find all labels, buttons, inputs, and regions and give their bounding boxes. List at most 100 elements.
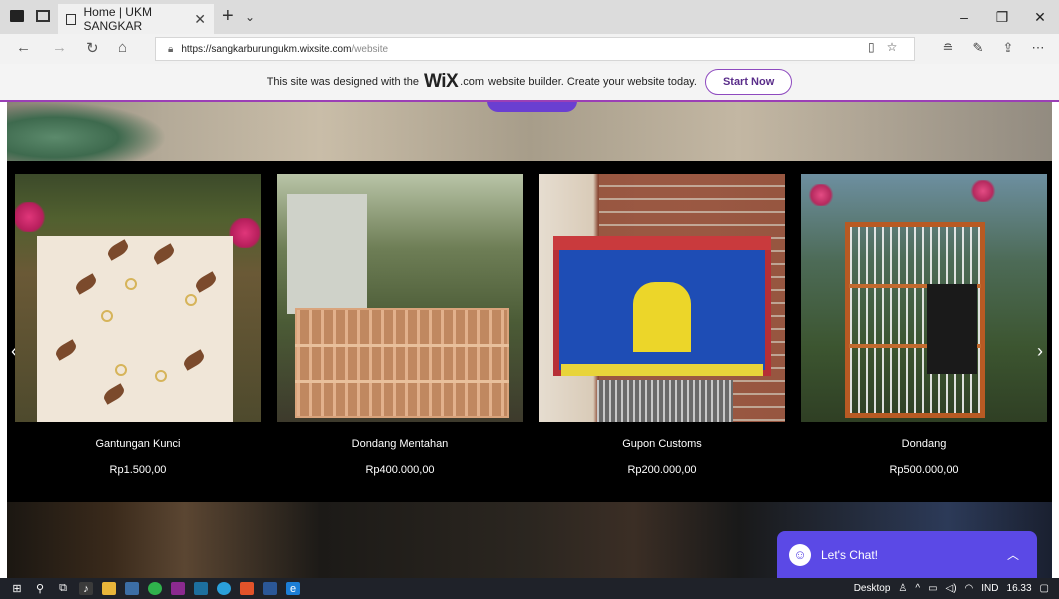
start-now-button[interactable]: Start Now <box>704 69 793 95</box>
whatsapp-icon[interactable] <box>148 582 162 595</box>
cage-divider <box>295 380 509 383</box>
home-icon[interactable]: ⌂ <box>118 39 127 56</box>
notifications-icon[interactable]: ▢ <box>1040 583 1049 594</box>
product-image-keychain[interactable] <box>15 174 261 422</box>
gupon-door <box>633 282 691 352</box>
wifi-icon[interactable]: ◠ <box>965 583 974 594</box>
keychain-board <box>37 236 233 422</box>
keyring <box>115 364 127 376</box>
back-icon[interactable]: ← <box>16 39 31 56</box>
dondang-panel <box>927 284 977 374</box>
language-indicator[interactable]: IND <box>981 583 998 594</box>
product-gallery: ‹ Gantungan Kunci Rp1.500,00 Dondang Men… <box>7 161 1052 502</box>
flower-decoration <box>15 202 47 232</box>
hero-leaves <box>7 102 167 161</box>
tab-title: Home | UKM SANGKAR <box>83 5 152 33</box>
app-icon[interactable]: ♪ <box>79 582 93 595</box>
word-icon[interactable] <box>263 582 277 595</box>
product-image-gupon[interactable] <box>539 174 785 422</box>
product-price: Rp400.000,00 <box>365 464 435 476</box>
page-icon <box>66 13 77 25</box>
show-tabs-icon[interactable] <box>36 10 50 22</box>
flower-decoration <box>969 180 997 202</box>
browser-nav-bar: ← → ↻ ⌂ 🔒︎ https://sangkarburungukm.wixs… <box>0 34 1059 64</box>
battery-icon[interactable]: ▭ <box>928 583 937 594</box>
window-controls: – ❐ ✕ <box>945 0 1059 34</box>
product-price: Rp200.000,00 <box>627 464 697 476</box>
volume-icon[interactable]: ◁) <box>946 583 957 594</box>
forward-icon[interactable]: → <box>52 39 67 56</box>
product-title[interactable]: Gantungan Kunci <box>15 438 261 450</box>
keyring <box>101 310 113 322</box>
office-icon[interactable] <box>240 582 254 595</box>
chat-widget[interactable]: ☺ Let's Chat! ︿ <box>777 531 1037 578</box>
gupon-base <box>561 364 763 376</box>
windows-taskbar: ⊞ ⚲ ⧉ ♪ e Desktop ♙ ^ ▭ ◁) ◠ IND 16.33 ▢ <box>0 578 1059 599</box>
restore-button[interactable]: ❐ <box>983 0 1021 34</box>
page-content: ‹ Gantungan Kunci Rp1.500,00 Dondang Men… <box>7 102 1052 578</box>
address-bar[interactable]: 🔒︎ https://sangkarburungukm.wixsite.com /… <box>155 37 915 61</box>
product-card[interactable]: Gupon Customs Rp200.000,00 <box>539 174 785 476</box>
app-icon[interactable] <box>125 582 139 595</box>
close-window-button[interactable]: ✕ <box>1021 0 1059 34</box>
share-icon[interactable]: ⇪ <box>995 40 1021 56</box>
keyring <box>185 294 197 306</box>
smiley-icon: ☺ <box>789 543 811 566</box>
search-icon[interactable]: ⚲ <box>33 582 47 595</box>
task-view-icon[interactable]: ⧉ <box>56 582 70 595</box>
desktop-toolbar[interactable]: Desktop <box>854 583 891 594</box>
browser-tab[interactable]: Home | UKM SANGKAR ✕ <box>58 4 214 34</box>
product-card[interactable]: Dondang Rp500.000,00 <box>801 174 1047 476</box>
gallery-next-icon[interactable]: › <box>1037 341 1043 362</box>
chat-label: Let's Chat! <box>821 547 878 562</box>
wix-logo-suffix: .com <box>460 76 485 88</box>
file-explorer-icon[interactable] <box>102 582 116 595</box>
minimize-button[interactable]: – <box>945 0 983 34</box>
taskbar-apps: ⊞ ⚲ ⧉ ♪ e <box>0 582 300 595</box>
product-title[interactable]: Gupon Customs <box>539 438 785 450</box>
browser-toolbar-right: ≘ ✎ ⇪ ⋯ <box>935 40 1051 56</box>
product-price: Rp500.000,00 <box>889 464 959 476</box>
tab-actions <box>10 10 50 22</box>
refresh-icon[interactable]: ↻ <box>86 39 99 57</box>
cage-stack <box>295 308 509 418</box>
photoshop-icon[interactable] <box>194 582 208 595</box>
reading-view-icon[interactable]: ▯ <box>868 40 875 54</box>
set-aside-tabs-icon[interactable] <box>10 10 24 22</box>
windows-start-icon[interactable]: ⊞ <box>10 582 24 595</box>
keyring <box>155 370 167 382</box>
app-icon[interactable] <box>217 582 231 595</box>
favorites-hub-icon[interactable]: ≘ <box>935 40 961 56</box>
product-image-raw-cage[interactable] <box>277 174 523 422</box>
chevron-up-icon[interactable]: ^ <box>915 583 920 594</box>
product-card[interactable]: Gantungan Kunci Rp1.500,00 <box>15 174 261 476</box>
web-note-icon[interactable]: ✎ <box>965 40 991 56</box>
person-icon[interactable]: ♙ <box>898 583 907 594</box>
lock-icon: 🔒︎ <box>168 43 174 55</box>
favorite-star-icon[interactable]: ☆ <box>887 40 898 54</box>
wix-logo: WiX <box>423 71 459 92</box>
product-card[interactable]: Dondang Mentahan Rp400.000,00 <box>277 174 523 476</box>
banner-text-before: This site was designed with the <box>266 76 419 88</box>
chevron-up-icon[interactable]: ︿ <box>1007 546 1019 563</box>
product-title[interactable]: Dondang <box>801 438 1047 450</box>
edge-icon[interactable]: e <box>286 582 300 595</box>
product-image-dondang[interactable] <box>801 174 1047 422</box>
hero-image <box>7 102 1052 161</box>
browser-tab-bar: Home | UKM SANGKAR ✕ + ⌄ – ❐ ✕ <box>0 0 1059 34</box>
gupon-stand <box>597 380 733 422</box>
more-menu-icon[interactable]: ⋯ <box>1025 40 1051 56</box>
new-tab-icon[interactable]: + <box>222 5 234 28</box>
tab-dropdown-icon[interactable]: ⌄ <box>245 10 255 24</box>
close-tab-icon[interactable]: ✕ <box>194 11 206 28</box>
gupon-roof <box>553 236 771 250</box>
address-actions: ▯ ☆ <box>868 40 897 54</box>
house-background <box>287 194 367 314</box>
url-host: https://sangkarburungukm.wixsite.com <box>181 43 352 55</box>
product-price: Rp1.500,00 <box>109 464 167 476</box>
clock[interactable]: 16.33 <box>1007 583 1032 594</box>
system-tray: Desktop ♙ ^ ▭ ◁) ◠ IND 16.33 ▢ <box>854 578 1049 599</box>
product-title[interactable]: Dondang Mentahan <box>277 438 523 450</box>
app-icon[interactable] <box>171 582 185 595</box>
hero-button[interactable] <box>487 102 577 112</box>
